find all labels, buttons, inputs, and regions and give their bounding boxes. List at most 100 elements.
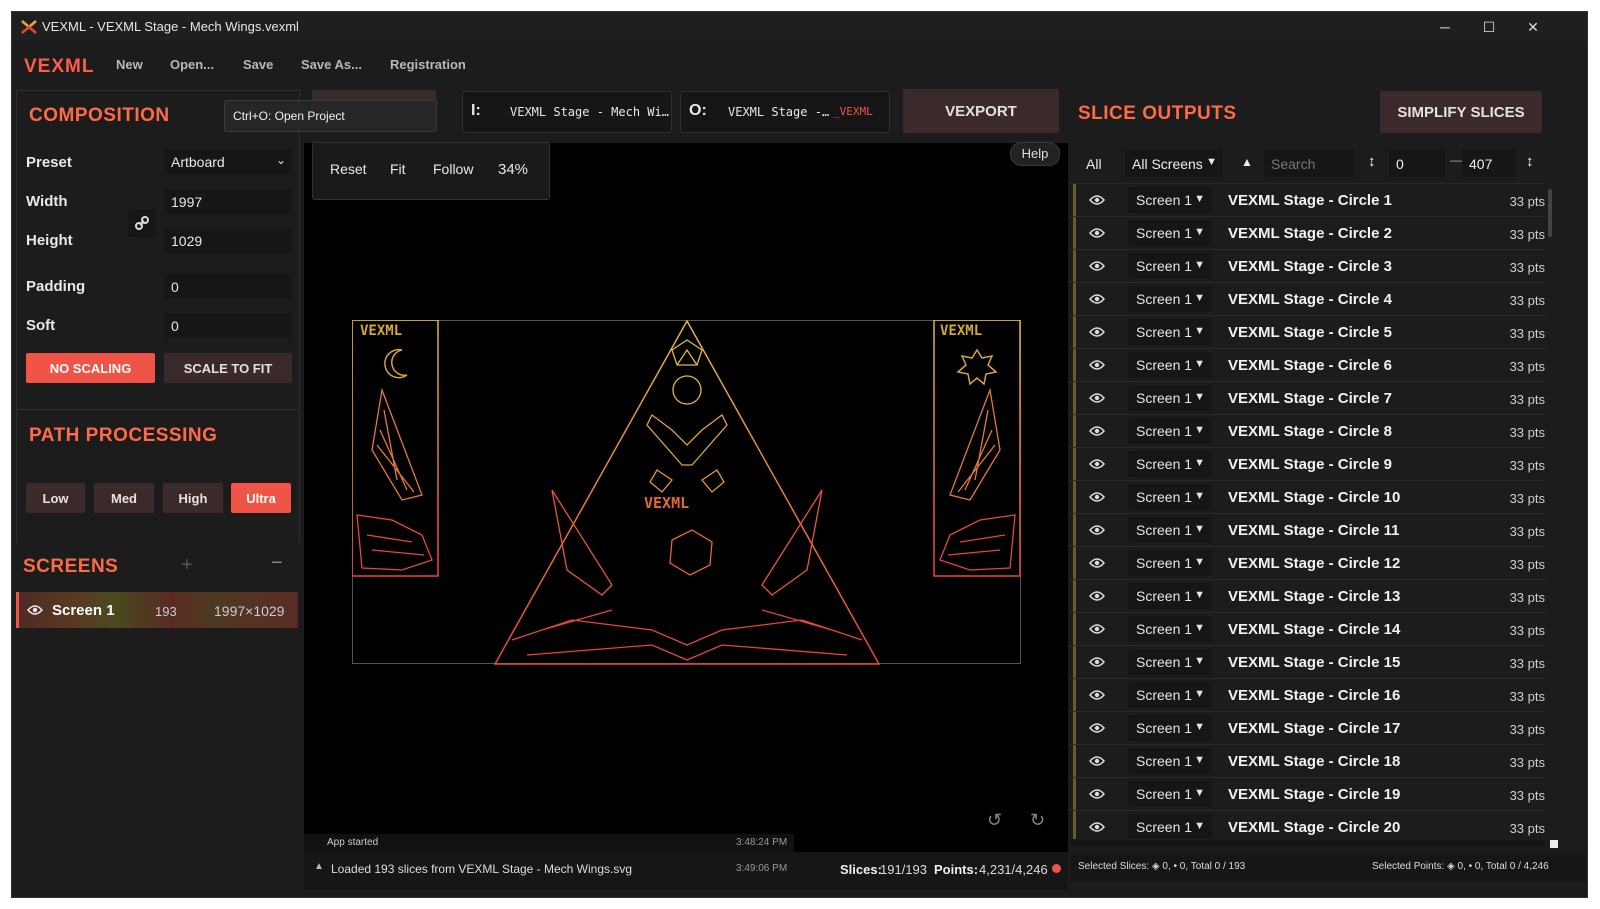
menu-registration[interactable]: Registration [390, 57, 466, 72]
row-screen-select[interactable]: Screen 1 ▼ [1128, 715, 1212, 741]
row-screen-select[interactable]: Screen 1 ▼ [1128, 550, 1212, 576]
slice-row[interactable]: Screen 1 ▼ VEXML Stage - Circle 2 33 pts [1070, 216, 1545, 250]
slice-row[interactable]: Screen 1 ▼ VEXML Stage - Circle 17 33 pts [1070, 711, 1545, 745]
row-screen-select[interactable]: Screen 1 ▼ [1128, 484, 1212, 510]
horizontal-scrollbar[interactable] [1070, 840, 1545, 846]
slice-row[interactable]: Screen 1 ▼ VEXML Stage - Circle 8 33 pts [1070, 414, 1545, 448]
slice-search-input[interactable]: Search [1264, 149, 1354, 177]
output-file-field[interactable]: O: VEXML Stage -… _VEXML [680, 91, 890, 133]
vexport-button[interactable]: VEXPORT [903, 89, 1059, 133]
slice-row[interactable]: Screen 1 ▼ VEXML Stage - Circle 16 33 pts [1070, 678, 1545, 712]
undo-button[interactable]: ↺ [987, 810, 1002, 831]
link-aspect-button[interactable] [128, 209, 156, 237]
eye-icon[interactable] [1089, 359, 1105, 371]
eye-icon[interactable] [1089, 524, 1105, 536]
eye-icon[interactable] [1089, 293, 1105, 305]
slice-row[interactable]: Screen 1 ▼ VEXML Stage - Circle 1 33 pts [1070, 183, 1545, 217]
quality-high-button[interactable]: High [163, 483, 223, 513]
filter-all-button[interactable]: All [1086, 156, 1102, 172]
eye-icon[interactable] [1089, 821, 1105, 833]
row-screen-select[interactable]: Screen 1 ▼ [1128, 781, 1212, 807]
row-screen-select[interactable]: Screen 1 ▼ [1128, 748, 1212, 774]
soft-input[interactable]: 0 [164, 313, 292, 338]
remove-screen-button[interactable]: − [271, 552, 283, 575]
row-screen-select[interactable]: Screen 1 ▼ [1128, 418, 1212, 444]
menu-save-as[interactable]: Save As... [301, 57, 362, 72]
slice-row[interactable]: Screen 1 ▼ VEXML Stage - Circle 18 33 pts [1070, 744, 1545, 778]
row-screen-select[interactable]: Screen 1 ▼ [1128, 220, 1212, 246]
menu-save[interactable]: Save [243, 57, 273, 72]
row-screen-select[interactable]: Screen 1 ▼ [1128, 814, 1212, 839]
row-screen-select[interactable]: Screen 1 ▼ [1128, 649, 1212, 675]
no-scaling-button[interactable]: NO SCALING [26, 353, 155, 383]
redo-button[interactable]: ↻ [1030, 810, 1045, 831]
quality-ultra-button[interactable]: Ultra [231, 483, 291, 513]
eye-icon[interactable] [1089, 425, 1105, 437]
slice-row[interactable]: Screen 1 ▼ VEXML Stage - Circle 12 33 pts [1070, 546, 1545, 580]
row-screen-select[interactable]: Screen 1 ▼ [1128, 385, 1212, 411]
width-input[interactable]: 1997 [164, 189, 292, 214]
minimize-button[interactable]: ─ [1422, 12, 1468, 42]
add-screen-button[interactable]: + [181, 554, 193, 577]
slice-row[interactable]: Screen 1 ▼ VEXML Stage - Circle 9 33 pts [1070, 447, 1545, 481]
slice-row[interactable]: Screen 1 ▼ VEXML Stage - Circle 19 33 pts [1070, 777, 1545, 811]
slice-row[interactable]: Screen 1 ▼ VEXML Stage - Circle 15 33 pts [1070, 645, 1545, 679]
eye-icon[interactable] [1089, 557, 1105, 569]
simplify-slices-button[interactable]: SIMPLIFY SLICES [1380, 91, 1542, 133]
sort-direction-button[interactable]: ▲ [1241, 155, 1253, 169]
slice-row[interactable]: Screen 1 ▼ VEXML Stage - Circle 4 33 pts [1070, 282, 1545, 316]
row-screen-select[interactable]: Screen 1 ▼ [1128, 616, 1212, 642]
screen-filter-select[interactable]: All Screens ▼ [1125, 149, 1223, 177]
row-screen-select[interactable]: Screen 1 ▼ [1128, 682, 1212, 708]
screen-list-item[interactable]: Screen 1 193 1997×1029 [16, 592, 298, 628]
eye-icon[interactable] [1089, 326, 1105, 338]
row-screen-select[interactable]: Screen 1 ▼ [1128, 352, 1212, 378]
row-screen-select[interactable]: Screen 1 ▼ [1128, 451, 1212, 477]
eye-icon[interactable] [1089, 260, 1105, 272]
slice-row[interactable]: Screen 1 ▼ VEXML Stage - Circle 20 33 pts [1070, 810, 1545, 839]
slice-row[interactable]: Screen 1 ▼ VEXML Stage - Circle 3 33 pts [1070, 249, 1545, 283]
slice-row[interactable]: Screen 1 ▼ VEXML Stage - Circle 6 33 pts [1070, 348, 1545, 382]
row-screen-select[interactable]: Screen 1 ▼ [1128, 517, 1212, 543]
eye-icon[interactable] [1089, 788, 1105, 800]
fit-button[interactable]: Fit [390, 161, 406, 177]
reset-button[interactable]: Reset [330, 161, 367, 177]
row-screen-select[interactable]: Screen 1 ▼ [1128, 253, 1212, 279]
eye-icon[interactable] [1089, 392, 1105, 404]
quality-med-button[interactable]: Med [94, 483, 154, 513]
eye-icon[interactable] [1089, 689, 1105, 701]
artboard[interactable]: VEXML VEXML VEXML [352, 320, 1022, 665]
sort-icon[interactable]: ↕ [1526, 153, 1534, 170]
eye-icon[interactable] [27, 604, 43, 616]
slice-row[interactable]: Screen 1 ▼ VEXML Stage - Circle 7 33 pts [1070, 381, 1545, 415]
eye-icon[interactable] [1089, 656, 1105, 668]
range-to-input[interactable]: 407 [1462, 149, 1516, 177]
eye-icon[interactable] [1089, 458, 1105, 470]
slice-row[interactable]: Screen 1 ▼ VEXML Stage - Circle 5 33 pts [1070, 315, 1545, 349]
range-from-input[interactable]: 0 [1389, 149, 1445, 177]
eye-icon[interactable] [1089, 194, 1105, 206]
quality-low-button[interactable]: Low [26, 483, 85, 513]
padding-input[interactable]: 0 [164, 274, 292, 299]
row-screen-select[interactable]: Screen 1 ▼ [1128, 286, 1212, 312]
eye-icon[interactable] [1089, 227, 1105, 239]
row-screen-select[interactable]: Screen 1 ▼ [1128, 319, 1212, 345]
sort-icon[interactable]: ↕ [1368, 153, 1376, 170]
eye-icon[interactable] [1089, 623, 1105, 635]
preset-select[interactable]: Artboard ⌄ [164, 149, 292, 174]
scale-to-fit-button[interactable]: SCALE TO FIT [164, 353, 292, 383]
row-screen-select[interactable]: Screen 1 ▼ [1128, 187, 1212, 213]
slice-row[interactable]: Screen 1 ▼ VEXML Stage - Circle 10 33 pts [1070, 480, 1545, 514]
eye-icon[interactable] [1089, 755, 1105, 767]
help-button[interactable]: Help [1010, 142, 1060, 166]
slice-row[interactable]: Screen 1 ▼ VEXML Stage - Circle 11 33 pts [1070, 513, 1545, 547]
height-input[interactable]: 1029 [164, 228, 292, 253]
row-screen-select[interactable]: Screen 1 ▼ [1128, 583, 1212, 609]
slice-row[interactable]: Screen 1 ▼ VEXML Stage - Circle 14 33 pts [1070, 612, 1545, 646]
menu-open[interactable]: Open... [170, 57, 214, 72]
list-scrollbar[interactable] [1548, 189, 1552, 237]
close-button[interactable]: ✕ [1510, 12, 1556, 42]
eye-icon[interactable] [1089, 491, 1105, 503]
warning-icon[interactable]: ▲ [314, 861, 324, 872]
maximize-button[interactable]: ☐ [1466, 12, 1512, 42]
